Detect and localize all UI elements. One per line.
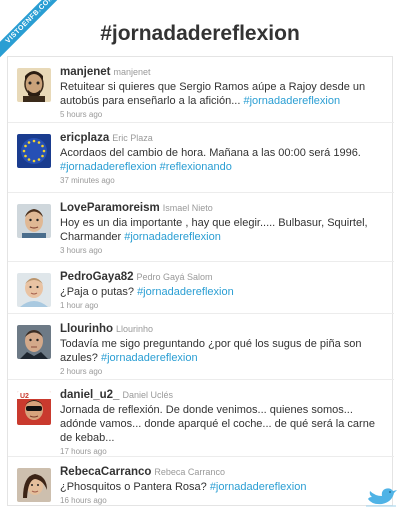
tweet-list: manjenet manjenet Retuitear si quieres qu… [7,56,394,507]
hashtag-link[interactable]: #jornadadereflexion [243,95,340,107]
username[interactable]: daniel_u2_ [60,389,119,401]
page-title: #jornadadereflexion [100,22,300,45]
tweet-item: Llourinho Llourinho Todavía me sigo pregu… [8,314,394,380]
hashtag-link[interactable]: #jornadadereflexion [210,481,307,493]
avatar[interactable] [17,134,51,168]
real-name: Pedro Gayá Salom [136,272,213,282]
username[interactable]: RebecaCarranco [60,466,151,478]
tweet-item: RebecaCarranco Rebeca Carranco ¿Phosquito… [8,457,394,507]
username[interactable]: PedroGaya82 [60,271,134,283]
tweet-body: ¿Paja o putas? [60,286,138,298]
tweet-text: ¿Phosquitos o Pantera Rosa? #jornadadere… [60,480,380,494]
timestamp[interactable]: 16 hours ago [60,496,380,505]
svg-text:U2: U2 [20,393,29,400]
tweet-body: Jornada de reflexión. De donde venimos..… [60,404,375,444]
real-name: Rebeca Carranco [154,467,225,477]
twitter-bird-icon [364,485,398,514]
tweet-text: Jornada de reflexión. De donde venimos..… [60,403,380,445]
real-name: manjenet [113,67,151,77]
avatar[interactable] [17,68,51,102]
hashtag-link[interactable]: #jornadadereflexion [124,231,221,243]
real-name: Llourinho [116,324,154,334]
tweet-item: U2 daniel_u2_ Daniel Uclés Jornada de ref… [8,380,394,457]
tweet-text: ¿Paja o putas? #jornadadereflexion [60,285,380,299]
username[interactable]: ericplaza [60,132,109,144]
tweet-item: PedroGaya82 Pedro Gayá Salom ¿Paja o puta… [8,262,394,314]
avatar[interactable]: U2 [17,391,51,425]
username[interactable]: LoveParamoreism [60,202,160,214]
timestamp[interactable]: 1 hour ago [60,301,380,310]
hashtag-link[interactable]: #jornadadereflexion [101,352,198,364]
username[interactable]: manjenet [60,66,111,78]
timestamp[interactable]: 2 hours ago [60,367,380,376]
avatar[interactable] [17,273,51,307]
real-name: Eric Plaza [112,133,153,143]
timestamp[interactable]: 3 hours ago [60,246,380,255]
tweet-text: Hoy es un dia importante , hay que elegi… [60,216,380,244]
real-name: Ismael Nieto [162,203,213,213]
real-name: Daniel Uclés [122,390,173,400]
tweet-body: ¿Phosquitos o Pantera Rosa? [60,481,210,493]
hashtag-link[interactable]: #jornadadereflexion #reflexionando [60,161,232,173]
avatar[interactable] [17,468,51,502]
timestamp[interactable]: 17 hours ago [60,447,380,456]
avatar[interactable] [17,325,51,359]
username[interactable]: Llourinho [60,323,113,335]
tweet-text: Acordaos del cambio de hora. Mañana a la… [60,146,380,174]
tweet-item: LoveParamoreism Ismael Nieto Hoy es un di… [8,193,394,262]
tweet-body: Acordaos del cambio de hora. Mañana a la… [60,147,361,159]
tweet-text: Retuitear si quieres que Sergio Ramos aú… [60,80,380,108]
tweet-item: ericplaza Eric Plaza Acordaos del cambio … [8,123,394,193]
tweet-item: manjenet manjenet Retuitear si quieres qu… [8,57,394,123]
timestamp[interactable]: 37 minutes ago [60,176,380,185]
hashtag-link[interactable]: #jornadadereflexion [137,286,234,298]
timestamp[interactable]: 5 hours ago [60,110,380,119]
tweet-text: Todavía me sigo preguntando ¿por qué los… [60,337,380,365]
avatar[interactable] [17,204,51,238]
